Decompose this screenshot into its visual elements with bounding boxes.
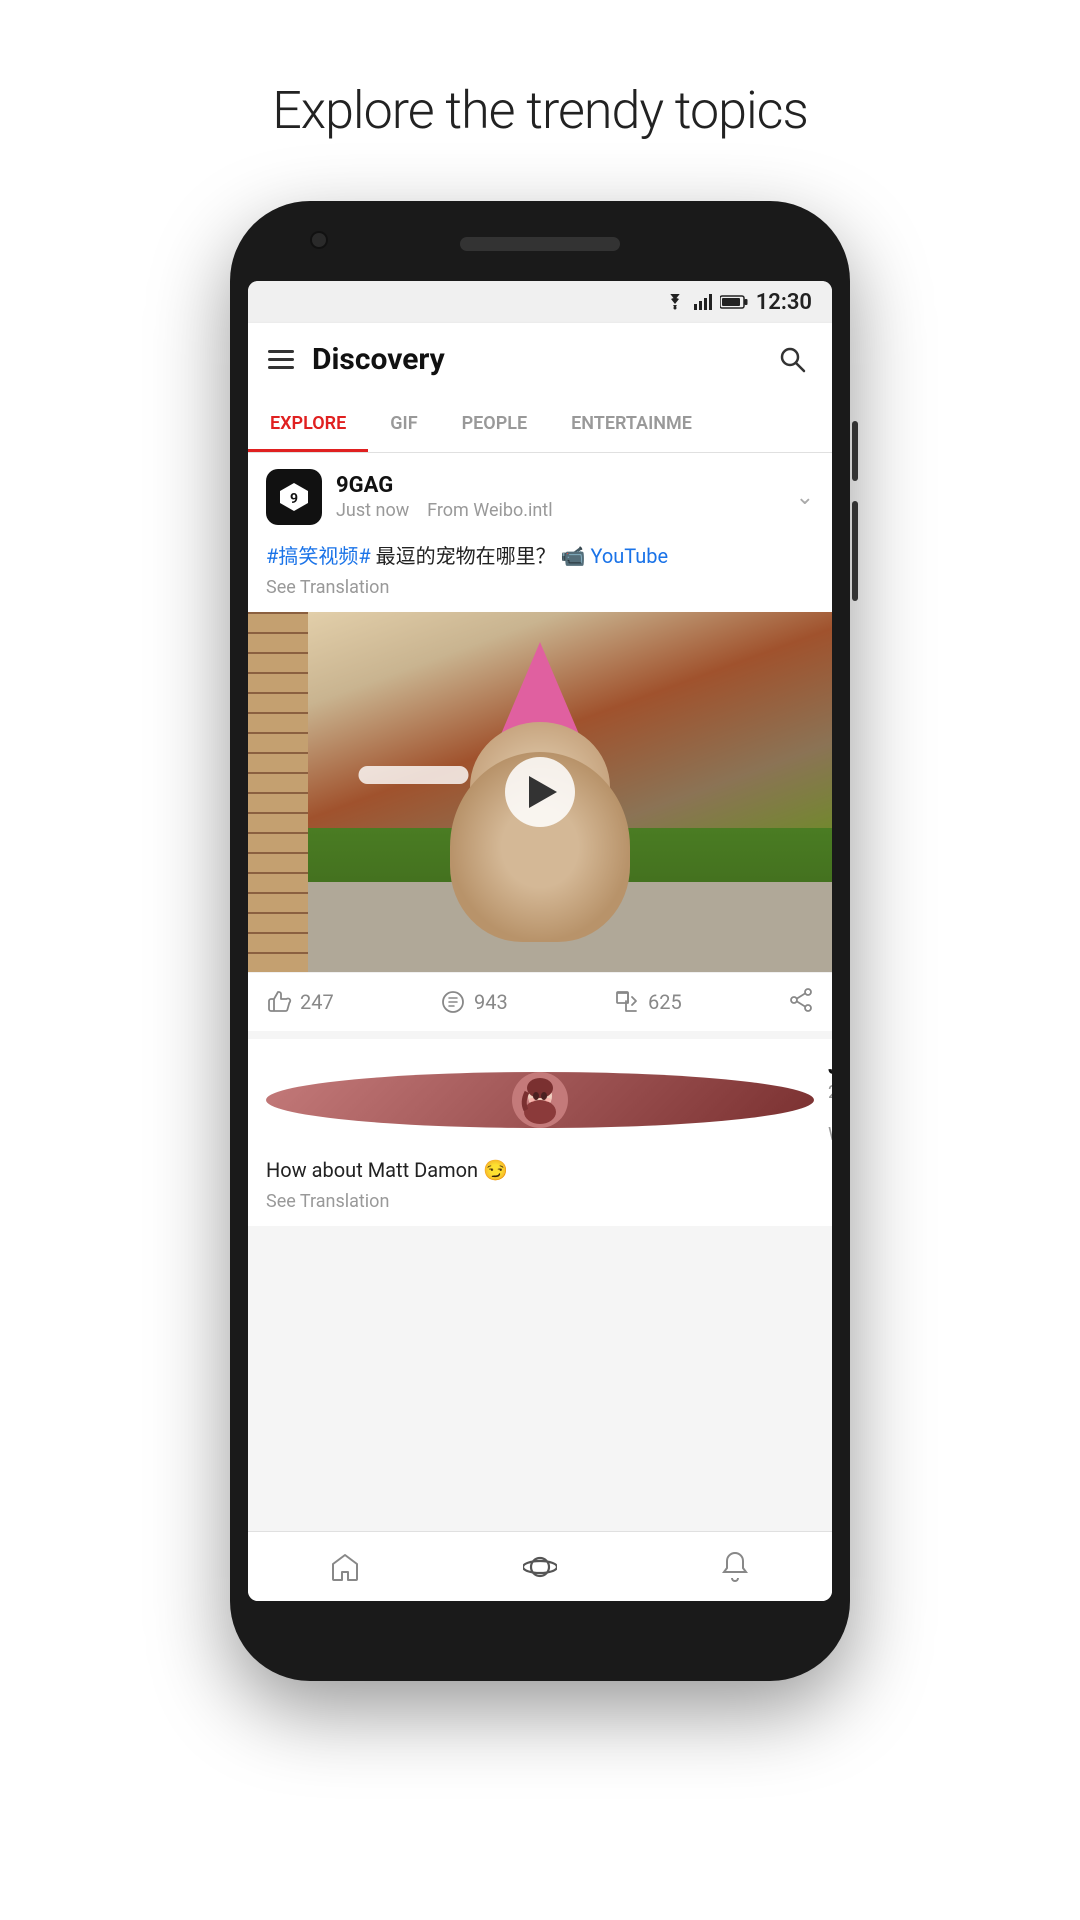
bottom-navigation xyxy=(248,1531,832,1601)
nav-notifications[interactable] xyxy=(637,1532,832,1601)
tab-entertainment[interactable]: ENTERTAINME xyxy=(549,395,714,452)
app-bar: Discovery xyxy=(248,323,832,395)
dog-hat-brim xyxy=(359,766,469,784)
post-content-jessica: How about Matt Damon 😏 See Translation xyxy=(248,1155,832,1226)
see-translation-9gag[interactable]: See Translation xyxy=(266,577,814,598)
search-icon xyxy=(778,345,806,373)
avatar-9gag: 9 xyxy=(266,469,322,525)
svg-text:9: 9 xyxy=(290,491,298,507)
share-icon xyxy=(788,987,814,1013)
repost-count: 625 xyxy=(648,990,682,1014)
signal-icon xyxy=(694,294,712,310)
tab-explore[interactable]: EXPLORE xyxy=(248,395,368,452)
phone-volume-up xyxy=(852,421,858,481)
post-username-9gag: 9GAG xyxy=(336,473,796,498)
hamburger-menu[interactable] xyxy=(268,350,294,369)
share-action[interactable] xyxy=(788,987,814,1017)
avatar-jessica xyxy=(266,1072,814,1128)
youtube-link[interactable]: 📹 YouTube xyxy=(561,544,669,568)
post-text-jessica: How about Matt Damon 😏 xyxy=(266,1155,814,1185)
video-thumbnail[interactable] xyxy=(248,612,832,972)
post-actions-9gag: 247 943 xyxy=(248,972,832,1031)
search-button[interactable] xyxy=(772,339,812,379)
phone-device: 12:30 Discovery EXPLORE GIF PEOPLE E xyxy=(230,201,850,1681)
post-header-jessica: Jessica 2 min ago From Weibo.intl ⌄ xyxy=(248,1039,832,1155)
phone-volume-down xyxy=(852,501,858,601)
play-button[interactable] xyxy=(505,757,575,827)
9gag-logo-icon: 9 xyxy=(276,479,312,515)
bell-icon xyxy=(720,1551,750,1583)
phone-camera xyxy=(310,231,328,249)
comment-icon xyxy=(440,989,466,1015)
dog-body xyxy=(440,722,640,942)
post-card-jessica: Jessica 2 min ago From Weibo.intl ⌄ How … xyxy=(248,1039,832,1226)
repost-icon xyxy=(614,989,640,1015)
post-meta-jessica: Jessica 2 min ago From Weibo.intl xyxy=(828,1055,832,1145)
tab-people[interactable]: PEOPLE xyxy=(440,395,550,452)
tab-bar: EXPLORE GIF PEOPLE ENTERTAINME xyxy=(248,395,832,453)
nav-discovery[interactable] xyxy=(443,1532,638,1601)
play-triangle-icon xyxy=(529,776,557,808)
post-text-9gag: #搞笑视频# 最逗的宠物在哪里？ 📹 YouTube xyxy=(266,541,814,571)
feed: 9 9GAG Just now From Weibo.intl ⌄ xyxy=(248,453,832,1531)
status-icons: 12:30 xyxy=(664,290,812,315)
see-translation-jessica[interactable]: See Translation xyxy=(266,1191,814,1212)
post-username-jessica: Jessica xyxy=(828,1055,832,1080)
post-time-jessica: 2 min ago From Weibo.intl xyxy=(828,1082,832,1145)
post-time-9gag: Just now From Weibo.intl xyxy=(336,500,796,521)
nav-home[interactable] xyxy=(248,1532,443,1601)
like-count: 247 xyxy=(300,990,334,1014)
status-time: 12:30 xyxy=(756,290,812,315)
post-header-9gag: 9 9GAG Just now From Weibo.intl ⌄ xyxy=(248,453,832,541)
post-chevron-9gag[interactable]: ⌄ xyxy=(796,485,814,510)
jessica-avatar-icon xyxy=(512,1072,568,1128)
home-icon xyxy=(330,1552,360,1582)
comment-count: 943 xyxy=(474,990,508,1014)
tab-gif[interactable]: GIF xyxy=(368,395,439,452)
app-bar-title: Discovery xyxy=(312,342,772,377)
phone-screen: 12:30 Discovery EXPLORE GIF PEOPLE E xyxy=(248,281,832,1601)
brick-wall xyxy=(248,612,308,972)
hashtag-text[interactable]: #搞笑视频# xyxy=(266,544,371,568)
status-bar: 12:30 xyxy=(248,281,832,323)
hamburger-line-3 xyxy=(268,366,294,369)
wifi-icon xyxy=(664,294,686,310)
comment-action[interactable]: 943 xyxy=(440,989,614,1015)
page-title: Explore the trendy topics xyxy=(272,80,808,141)
hamburger-line-2 xyxy=(268,358,294,361)
post-meta-9gag: 9GAG Just now From Weibo.intl xyxy=(336,473,796,521)
battery-icon xyxy=(720,295,748,309)
repost-action[interactable]: 625 xyxy=(614,989,788,1015)
post-body-text: 最逗的宠物在哪里？ xyxy=(376,544,561,568)
post-card-9gag: 9 9GAG Just now From Weibo.intl ⌄ xyxy=(248,453,832,1031)
like-action[interactable]: 247 xyxy=(266,989,440,1015)
like-icon xyxy=(266,989,292,1015)
post-content-9gag: #搞笑视频# 最逗的宠物在哪里？ 📹 YouTube See Translati… xyxy=(248,541,832,612)
discovery-planet-icon xyxy=(523,1550,557,1584)
hamburger-line-1 xyxy=(268,350,294,353)
